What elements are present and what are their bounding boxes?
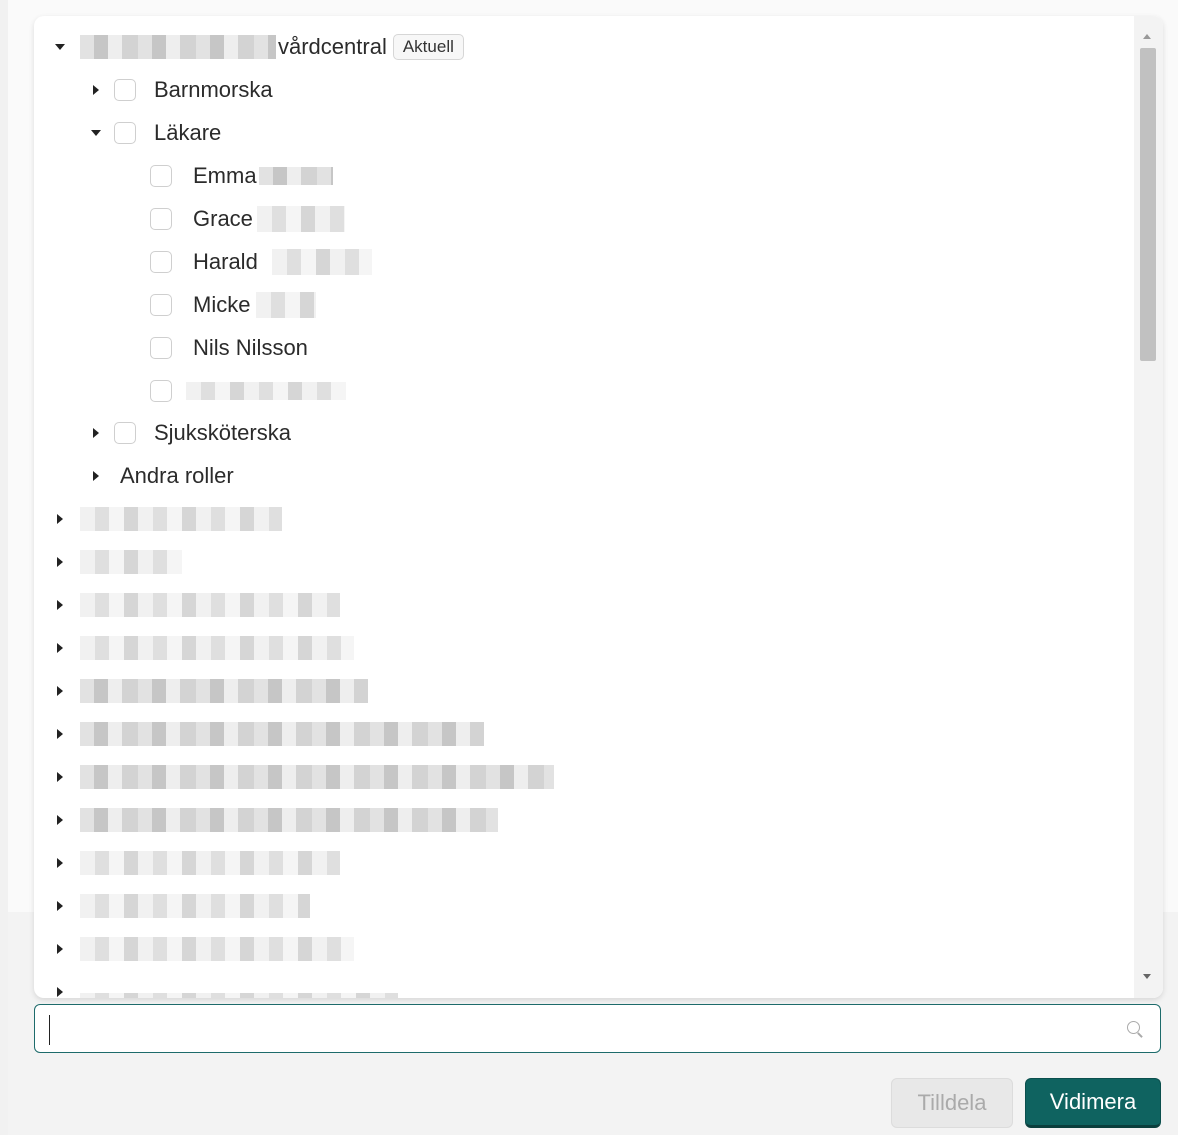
redacted-unit-name xyxy=(80,550,182,574)
caret-right-icon[interactable] xyxy=(50,595,70,615)
member-row-nils-nilsson[interactable]: Nils Nilsson xyxy=(150,328,308,368)
member-checkbox[interactable] xyxy=(150,337,172,359)
group-checkbox-lakare[interactable] xyxy=(114,122,136,144)
current-badge: Aktuell xyxy=(392,34,464,60)
redacted-member-name xyxy=(186,382,346,400)
tree-scrollbar[interactable] xyxy=(1134,16,1163,998)
redacted-unit-name xyxy=(80,765,554,789)
caret-right-icon[interactable] xyxy=(86,423,106,443)
caret-right-icon[interactable] xyxy=(50,638,70,658)
caret-right-icon[interactable] xyxy=(50,767,70,787)
redacted-unit-name xyxy=(80,679,368,703)
caret-right-icon[interactable] xyxy=(50,509,70,529)
member-label: Emma xyxy=(193,163,257,188)
redacted-surname xyxy=(256,292,317,318)
tree-unit-row[interactable] xyxy=(50,800,498,840)
redacted-unit-name xyxy=(80,507,282,531)
tree-unit-row[interactable] xyxy=(50,542,182,582)
member-checkbox[interactable] xyxy=(150,380,172,402)
search-input[interactable] xyxy=(49,1015,1106,1045)
tree-unit-row[interactable] xyxy=(50,843,340,883)
group-label-andra-roller: Andra roller xyxy=(120,463,234,488)
member-row-emma[interactable]: Emma xyxy=(150,156,333,196)
member-row-grace[interactable]: Grace xyxy=(150,199,345,239)
caret-right-icon[interactable] xyxy=(50,896,70,916)
scroll-down-icon[interactable] xyxy=(1143,974,1151,979)
caret-right-icon[interactable] xyxy=(86,466,106,486)
redacted-unit-name xyxy=(80,993,398,998)
redacted-unit-name xyxy=(80,808,498,832)
unit-tree: vårdcentral Aktuell Barnmorska Läkare Em… xyxy=(34,16,1134,998)
group-checkbox-sjukskoterska[interactable] xyxy=(114,422,136,444)
tree-root-row[interactable]: vårdcentral Aktuell xyxy=(50,27,464,67)
tree-group-sjukskoterska[interactable]: Sjuksköterska xyxy=(86,413,291,453)
tree-unit-row[interactable] xyxy=(50,628,354,668)
scrollbar-thumb[interactable] xyxy=(1140,48,1156,361)
redacted-unit-name xyxy=(80,636,354,660)
redacted-unit-name xyxy=(80,894,310,918)
unit-tree-panel: vårdcentral Aktuell Barnmorska Läkare Em… xyxy=(34,16,1163,998)
group-label-sjukskoterska: Sjuksköterska xyxy=(154,420,291,445)
tree-unit-row[interactable] xyxy=(50,757,554,797)
scroll-up-icon[interactable] xyxy=(1143,34,1151,39)
redacted-surname xyxy=(271,249,372,275)
tree-group-lakare[interactable]: Läkare xyxy=(86,113,221,153)
tree-unit-row[interactable] xyxy=(50,972,398,998)
tree-unit-row[interactable] xyxy=(50,585,340,625)
search-field[interactable] xyxy=(34,1004,1161,1053)
caret-right-icon[interactable] xyxy=(50,939,70,959)
redacted-unit-name xyxy=(80,35,276,59)
member-row-harald[interactable]: Harald xyxy=(150,242,372,282)
tree-group-barnmorska[interactable]: Barnmorska xyxy=(86,70,273,110)
group-checkbox-barnmorska[interactable] xyxy=(114,79,136,101)
caret-right-icon[interactable] xyxy=(86,80,106,100)
tree-group-andra-roller[interactable]: Andra roller xyxy=(86,456,234,496)
group-label-barnmorska: Barnmorska xyxy=(154,77,273,102)
member-checkbox[interactable] xyxy=(150,208,172,230)
member-row-redacted[interactable] xyxy=(150,371,346,411)
caret-down-icon[interactable] xyxy=(86,123,106,143)
member-label: Micke xyxy=(193,292,251,317)
group-label-lakare: Läkare xyxy=(154,120,222,145)
tree-unit-row[interactable] xyxy=(50,886,310,926)
member-checkbox[interactable] xyxy=(150,165,172,187)
tree-unit-row[interactable] xyxy=(50,714,484,754)
verify-button[interactable]: Vidimera xyxy=(1025,1078,1161,1128)
redacted-unit-name xyxy=(80,851,340,875)
caret-right-icon[interactable] xyxy=(50,853,70,873)
caret-down-icon[interactable] xyxy=(50,37,70,57)
member-label: Nils Nilsson xyxy=(193,335,308,360)
caret-right-icon[interactable] xyxy=(50,681,70,701)
redacted-unit-name xyxy=(80,937,354,961)
redacted-unit-name xyxy=(80,722,484,746)
member-checkbox[interactable] xyxy=(150,251,172,273)
caret-right-icon[interactable] xyxy=(50,552,70,572)
search-icon xyxy=(1127,1021,1140,1034)
member-label: Harald xyxy=(193,249,258,274)
member-label: Grace xyxy=(193,206,253,231)
tree-unit-row[interactable] xyxy=(50,929,354,969)
caret-right-icon[interactable] xyxy=(50,982,70,998)
root-unit-label: vårdcentral xyxy=(278,34,387,59)
assign-button[interactable]: Tilldela xyxy=(891,1078,1013,1128)
member-checkbox[interactable] xyxy=(150,294,172,316)
redacted-unit-name xyxy=(80,593,340,617)
tree-unit-row[interactable] xyxy=(50,671,368,711)
caret-right-icon[interactable] xyxy=(50,724,70,744)
tree-unit-row[interactable] xyxy=(50,499,282,539)
redacted-surname xyxy=(256,206,345,232)
redacted-surname xyxy=(258,167,333,185)
caret-right-icon[interactable] xyxy=(50,810,70,830)
member-row-micke[interactable]: Micke xyxy=(150,285,317,325)
